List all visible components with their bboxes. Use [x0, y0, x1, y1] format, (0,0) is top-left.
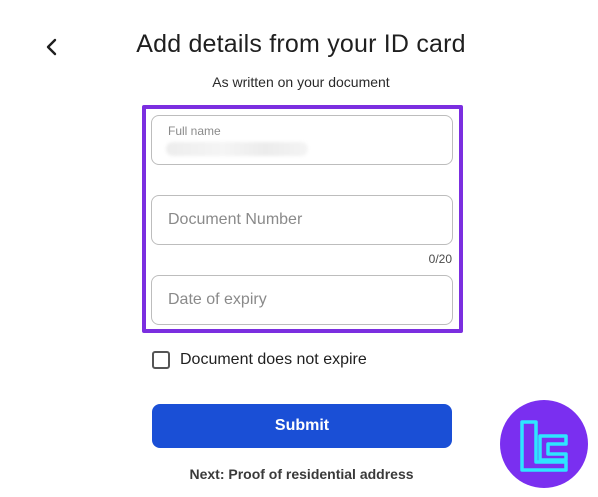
no-expiry-checkbox[interactable] — [152, 351, 170, 369]
document-number-input[interactable] — [152, 196, 452, 244]
full-name-label: Full name — [168, 124, 221, 138]
page-subtitle: As written on your document — [212, 74, 390, 90]
expiry-date-input[interactable] — [152, 276, 452, 324]
submit-button[interactable]: Submit — [152, 404, 452, 448]
full-name-value-obscured — [166, 142, 308, 156]
character-counter: 0/20 — [428, 252, 452, 266]
no-expiry-label: Document does not expire — [180, 351, 367, 368]
no-expiry-row[interactable]: Document does not expire — [152, 350, 367, 370]
watermark-logo — [500, 400, 588, 488]
document-number-field[interactable] — [151, 195, 453, 245]
tc-logo-icon — [520, 420, 568, 472]
expiry-date-field[interactable] — [151, 275, 453, 325]
page-title: Add details from your ID card — [136, 30, 466, 58]
full-name-field[interactable]: Full name — [151, 115, 453, 165]
